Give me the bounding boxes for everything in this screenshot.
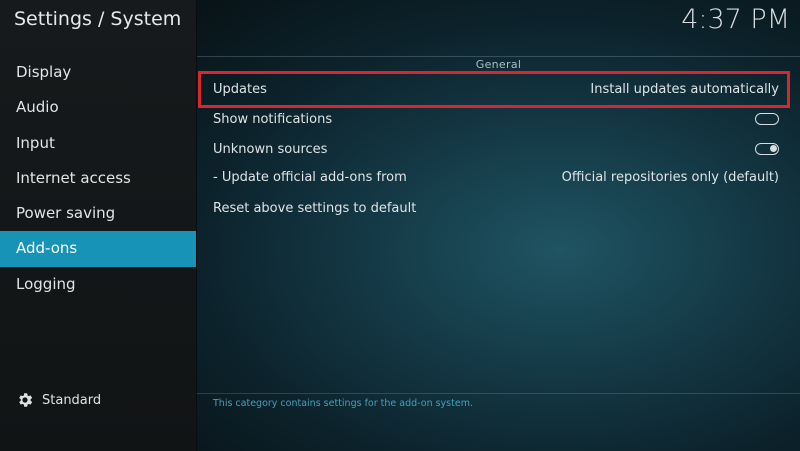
setting-label: Updates (213, 82, 267, 97)
gear-icon (16, 391, 34, 409)
settings-content: General Updates Install updates automati… (197, 0, 800, 451)
setting-show-notifications[interactable]: Show notifications (201, 106, 787, 132)
settings-level-button[interactable]: Standard (16, 391, 101, 409)
page-title: Settings / System (14, 8, 182, 30)
setting-label: Unknown sources (213, 141, 328, 157)
setting-label: Show notifications (213, 111, 333, 127)
settings-level-label: Standard (42, 392, 102, 408)
setting-update-official-addons[interactable]: - Update official add-ons from Official … (201, 164, 787, 190)
sidebar-item-input[interactable]: Input (0, 126, 196, 161)
unknown-sources-toggle[interactable] (755, 143, 779, 155)
setting-updates[interactable]: Updates Install updates automatically (198, 71, 790, 108)
show-notifications-toggle[interactable] (755, 113, 779, 125)
sidebar-item-display[interactable]: Display (0, 55, 196, 90)
setting-label: Reset above settings to default (213, 200, 417, 216)
category-description: This category contains settings for the … (213, 398, 473, 409)
settings-screen: Display Audio Input Internet access Powe… (0, 0, 800, 451)
section-title: General (475, 58, 522, 71)
setting-unknown-sources[interactable]: Unknown sources (201, 136, 787, 162)
sidebar-item-add-ons[interactable]: Add-ons (0, 231, 196, 267)
sidebar-item-audio[interactable]: Audio (0, 90, 196, 125)
section-divider (197, 56, 800, 57)
setting-value: Install updates automatically (590, 82, 779, 97)
setting-label: - Update official add-ons from (213, 169, 407, 185)
footer-divider (197, 393, 800, 394)
reset-settings-button[interactable]: Reset above settings to default (201, 195, 787, 221)
sidebar-item-power-saving[interactable]: Power saving (0, 196, 196, 231)
sidebar: Display Audio Input Internet access Powe… (0, 0, 197, 451)
sidebar-item-internet-access[interactable]: Internet access (0, 161, 196, 196)
sidebar-item-logging[interactable]: Logging (0, 267, 196, 302)
sidebar-list: Display Audio Input Internet access Powe… (0, 55, 196, 302)
setting-value: Official repositories only (default) (561, 169, 779, 185)
